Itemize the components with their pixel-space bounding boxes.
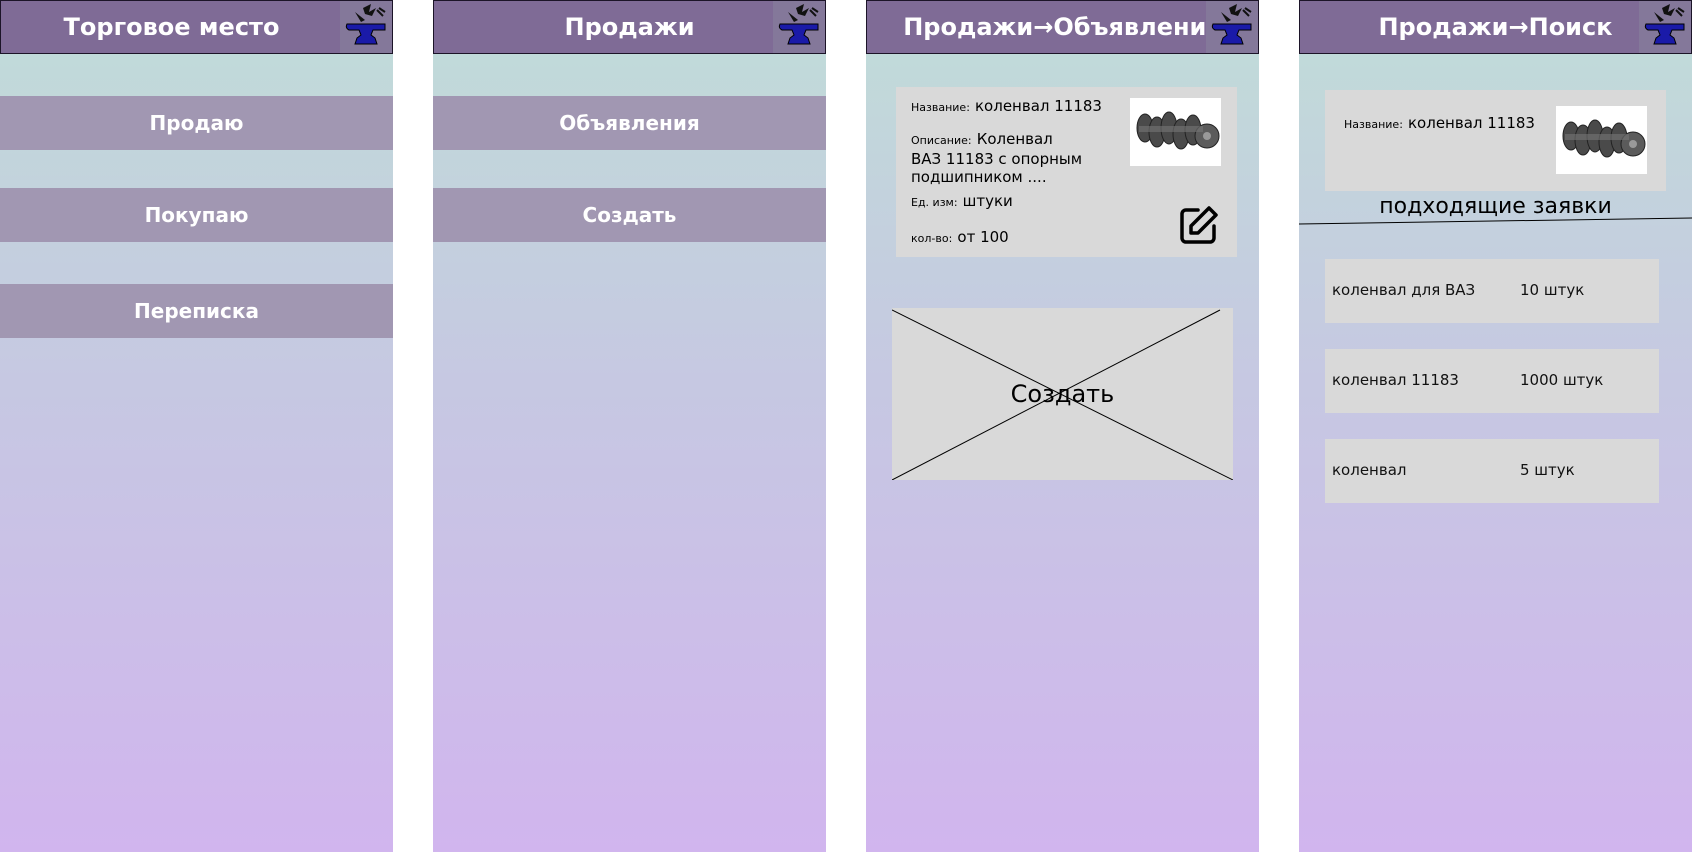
- create-placeholder[interactable]: Создать: [892, 308, 1233, 480]
- result-row[interactable]: коленвал для ВАЗ 10 штук: [1325, 259, 1659, 323]
- search-name-field: Название: коленвал 11183: [1344, 114, 1535, 134]
- result-quantity: 5 штук: [1520, 461, 1575, 479]
- result-row[interactable]: коленвал 11183 1000 штук: [1325, 349, 1659, 413]
- header: Торговое место: [0, 0, 393, 54]
- menu-button-messages[interactable]: Переписка: [0, 284, 393, 338]
- name-label: Название:: [1344, 118, 1403, 131]
- screen-sales: Продажи Объявления Создать: [433, 0, 826, 852]
- name-value: коленвал 11183: [1408, 114, 1535, 132]
- anvil-logo-icon[interactable]: [1639, 1, 1691, 53]
- anvil-logo-icon[interactable]: [773, 1, 825, 53]
- edit-icon[interactable]: [1178, 204, 1220, 246]
- menu-button-listings[interactable]: Объявления: [433, 96, 826, 150]
- create-label: Создать: [1010, 380, 1115, 408]
- listing-description-field: Описание: Коленвал ВАЗ 11183 с опорным п…: [911, 130, 1086, 186]
- anvil-logo-icon[interactable]: [1206, 1, 1258, 53]
- section-divider: [1299, 217, 1692, 225]
- header: Продажи→Объявления: [866, 0, 1259, 54]
- menu-button-create[interactable]: Создать: [433, 188, 826, 242]
- page-title: Торговое место: [63, 13, 280, 41]
- listing-quantity-field: кол-во: от 100: [911, 228, 1009, 248]
- quantity-label: кол-во:: [911, 232, 953, 245]
- crankshaft-photo: [1130, 98, 1221, 166]
- menu-button-sell[interactable]: Продаю: [0, 96, 393, 150]
- listing-name-field: Название: коленвал 11183: [911, 97, 1102, 117]
- header: Продажи→Поиск: [1299, 0, 1692, 54]
- anvil-logo-icon[interactable]: [340, 1, 392, 53]
- screen-marketplace: Торговое место Продаю Покупаю Переписка: [0, 0, 393, 852]
- quantity-value: от 100: [957, 228, 1009, 246]
- menu-button-buy[interactable]: Покупаю: [0, 188, 393, 242]
- result-row[interactable]: коленвал 5 штук: [1325, 439, 1659, 503]
- unit-label: Ед. изм:: [911, 196, 958, 209]
- page-title: Продажи→Объявления: [903, 13, 1222, 41]
- result-name: коленвал 11183: [1332, 371, 1459, 389]
- search-item-card[interactable]: Название: коленвал 11183: [1325, 90, 1666, 191]
- result-quantity: 1000 штук: [1520, 371, 1604, 389]
- description-label: Описание:: [911, 134, 972, 147]
- result-name: коленвал: [1332, 461, 1407, 479]
- listing-card[interactable]: Название: коленвал 11183 Описание: Колен…: [896, 87, 1237, 257]
- screen-sales-listings: Продажи→Объявления Название: коленвал 11…: [866, 0, 1259, 852]
- result-quantity: 10 штук: [1520, 281, 1585, 299]
- screen-sales-search: Продажи→Поиск Название: коленвал 11183 п…: [1299, 0, 1692, 852]
- page-title: Продажи: [564, 13, 695, 41]
- name-label: Название:: [911, 101, 970, 114]
- result-name: коленвал для ВАЗ: [1332, 281, 1476, 299]
- listing-unit-field: Ед. изм: штуки: [911, 192, 1013, 212]
- name-value: коленвал 11183: [975, 97, 1102, 115]
- page-title: Продажи→Поиск: [1378, 13, 1613, 41]
- unit-value: штуки: [962, 192, 1013, 210]
- header: Продажи: [433, 0, 826, 54]
- crankshaft-photo: [1556, 106, 1647, 174]
